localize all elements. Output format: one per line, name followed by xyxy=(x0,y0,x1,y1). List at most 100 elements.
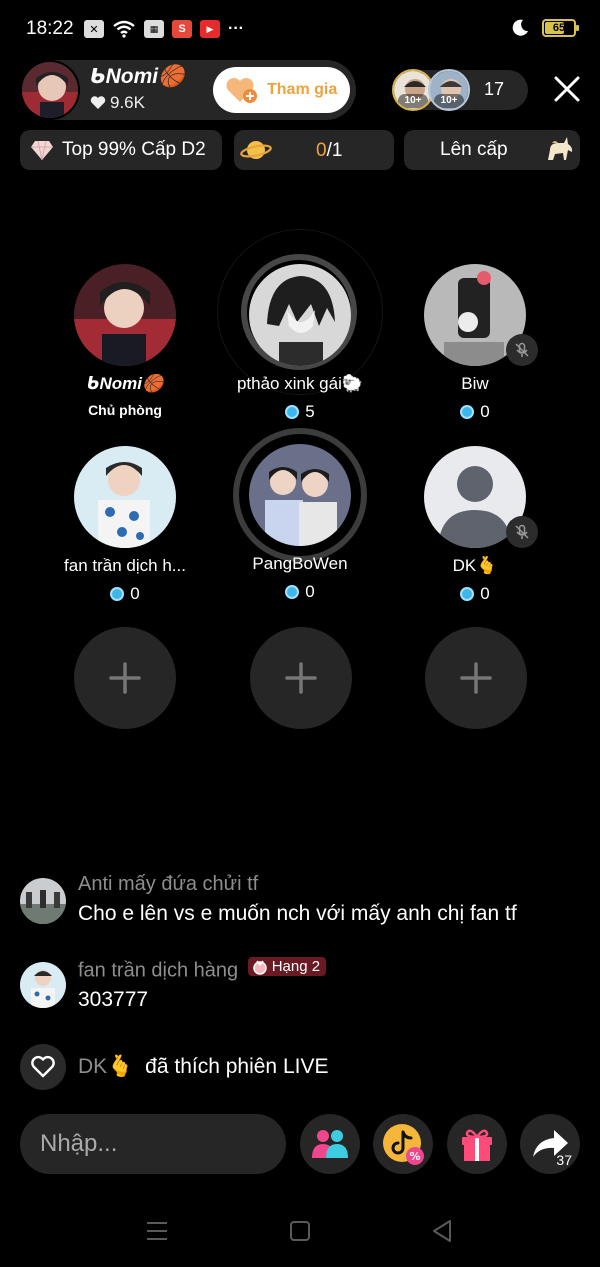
system-navigation-bar xyxy=(0,1200,600,1267)
share-button[interactable]: 37 xyxy=(520,1114,580,1174)
level-up-label: Lên cấp xyxy=(440,139,508,160)
tiktok-discount-icon: % xyxy=(383,1124,424,1165)
progress-chip[interactable]: 0/1 xyxy=(234,130,394,170)
plus-icon xyxy=(285,662,317,694)
share-count: 37 xyxy=(556,1152,572,1168)
seat-gift-count: 0 xyxy=(215,582,385,602)
status-icons: ✕ ▦ S ▶ ··· xyxy=(84,20,244,38)
join-heart-icon xyxy=(226,78,257,103)
battery-icon: 65 xyxy=(542,19,579,37)
rank-badge: Hạng 2 xyxy=(247,957,327,976)
battery-level: 65 xyxy=(552,22,566,34)
seat-name: fan trần dịch h... xyxy=(64,556,186,575)
chat-avatar[interactable] xyxy=(20,962,66,1008)
viewers-panel[interactable]: 10+ 10+ 17 xyxy=(392,69,528,111)
seat-value: 0 xyxy=(480,584,490,603)
seat-value: 0 xyxy=(305,582,315,601)
chat-text: 303777 xyxy=(78,988,149,1011)
notification-x-icon: ✕ xyxy=(84,20,104,38)
seat-gift-count: 0 xyxy=(40,584,210,604)
coin-icon xyxy=(460,587,475,601)
wifi-icon xyxy=(113,20,135,38)
like-event: DK🫰 đã thích phiên LIVE xyxy=(78,1055,328,1079)
plus-icon xyxy=(109,662,141,694)
empty-seat-9[interactable] xyxy=(425,627,527,729)
svg-text:%: % xyxy=(409,1150,420,1163)
plus-icon xyxy=(460,662,492,694)
mic-muted-icon xyxy=(506,334,538,366)
coin-icon xyxy=(110,587,125,601)
seat-avatar[interactable] xyxy=(74,264,176,366)
top-viewer-avatar-2[interactable]: 10+ xyxy=(428,69,470,111)
seat-avatar[interactable] xyxy=(249,264,351,366)
more-notifications-icon: ··· xyxy=(228,20,244,37)
app-notification-icon: ▦ xyxy=(144,20,164,38)
progress-total: /1 xyxy=(326,140,343,161)
seat-name: Biw xyxy=(461,374,489,393)
moon-icon xyxy=(512,19,528,36)
seat-gift-count: 0 xyxy=(390,402,560,422)
progress-current: 0 xyxy=(316,140,327,161)
like-event-text: đã thích phiên LIVE xyxy=(145,1055,329,1078)
tiktok-coupon-button[interactable]: % xyxy=(373,1114,433,1174)
rank-chip[interactable]: Top 99% Cấp D2 xyxy=(20,130,222,170)
heart-icon xyxy=(90,96,106,109)
rank-chip-label: Top 99% Cấp D2 xyxy=(62,139,206,160)
chat-username-line: fan trần dịch hàng Hạng 2 xyxy=(78,957,327,983)
seat-value: 0 xyxy=(130,584,140,603)
viewer-badge-2: 10+ xyxy=(434,94,464,108)
join-button[interactable]: Tham gia xyxy=(213,67,350,113)
back-nav-icon[interactable] xyxy=(430,1219,454,1243)
rank-badge-label: Hạng 2 xyxy=(271,958,321,975)
host-likes-count: 9.6K xyxy=(110,93,145,112)
seat-avatar[interactable] xyxy=(249,444,351,546)
seat-name: DK🫰 xyxy=(452,556,498,575)
chat-text: Cho e lên vs e muốn nch với mấy anh chị … xyxy=(78,902,517,925)
like-event-icon xyxy=(20,1044,66,1090)
seat-role: Chủ phòng xyxy=(88,402,162,418)
coin-icon xyxy=(285,585,300,599)
guests-button[interactable] xyxy=(300,1114,360,1174)
seat-name: pthảo xink gái🐑 xyxy=(236,374,364,393)
status-bar: 18:22 ✕ ▦ S ▶ ··· 65 xyxy=(0,0,600,60)
seat-avatar[interactable] xyxy=(74,446,176,548)
seat-name: PangBoWen xyxy=(252,554,348,573)
seat-value: 5 xyxy=(305,402,315,421)
empty-seat-7[interactable] xyxy=(74,627,176,729)
planet-icon xyxy=(240,141,272,159)
close-icon[interactable] xyxy=(552,74,582,104)
heart-outline-icon xyxy=(31,1055,55,1078)
progress-value: 0/1 xyxy=(316,140,342,162)
chat-username[interactable]: Anti mấy đứa chửi tf xyxy=(78,873,258,896)
level-up-chip[interactable]: Lên cấp xyxy=(404,130,580,170)
seat-name: ᑲNomi🏀 xyxy=(86,374,164,393)
join-button-label: Tham gia xyxy=(267,81,338,98)
gift-icon xyxy=(462,1129,492,1161)
home-nav-icon[interactable] xyxy=(289,1220,311,1242)
chat-username[interactable]: fan trần dịch hàng xyxy=(78,960,238,982)
youtube-notification-icon: ▶ xyxy=(200,20,220,38)
people-icon xyxy=(312,1130,348,1158)
status-time: 18:22 xyxy=(26,18,74,39)
host-likes: 9.6K xyxy=(90,93,145,113)
viewer-badge-1: 10+ xyxy=(398,94,428,108)
coin-icon xyxy=(285,405,300,419)
seat-value: 0 xyxy=(480,402,490,421)
like-event-user[interactable]: DK🫰 xyxy=(78,1055,133,1078)
shop-notification-icon: S xyxy=(172,20,192,38)
empty-seat-8[interactable] xyxy=(250,627,352,729)
gift-button[interactable] xyxy=(447,1114,507,1174)
comment-input[interactable]: Nhập... xyxy=(20,1114,286,1174)
host-name: ᑲNomi🏀 xyxy=(90,65,185,88)
coin-icon xyxy=(460,405,475,419)
unicorn-icon xyxy=(548,137,573,160)
chat-avatar[interactable] xyxy=(20,878,66,924)
viewer-count[interactable]: 17 xyxy=(484,79,504,100)
host-avatar[interactable] xyxy=(20,60,80,120)
host-info[interactable]: ᑲNomi🏀 9.6K Tham gia xyxy=(20,60,356,120)
menu-nav-icon[interactable] xyxy=(145,1220,169,1242)
diamond-icon xyxy=(31,140,53,161)
seat-gift-count: 5 xyxy=(215,402,385,422)
mic-muted-icon xyxy=(506,516,538,548)
medal-icon xyxy=(252,960,267,975)
